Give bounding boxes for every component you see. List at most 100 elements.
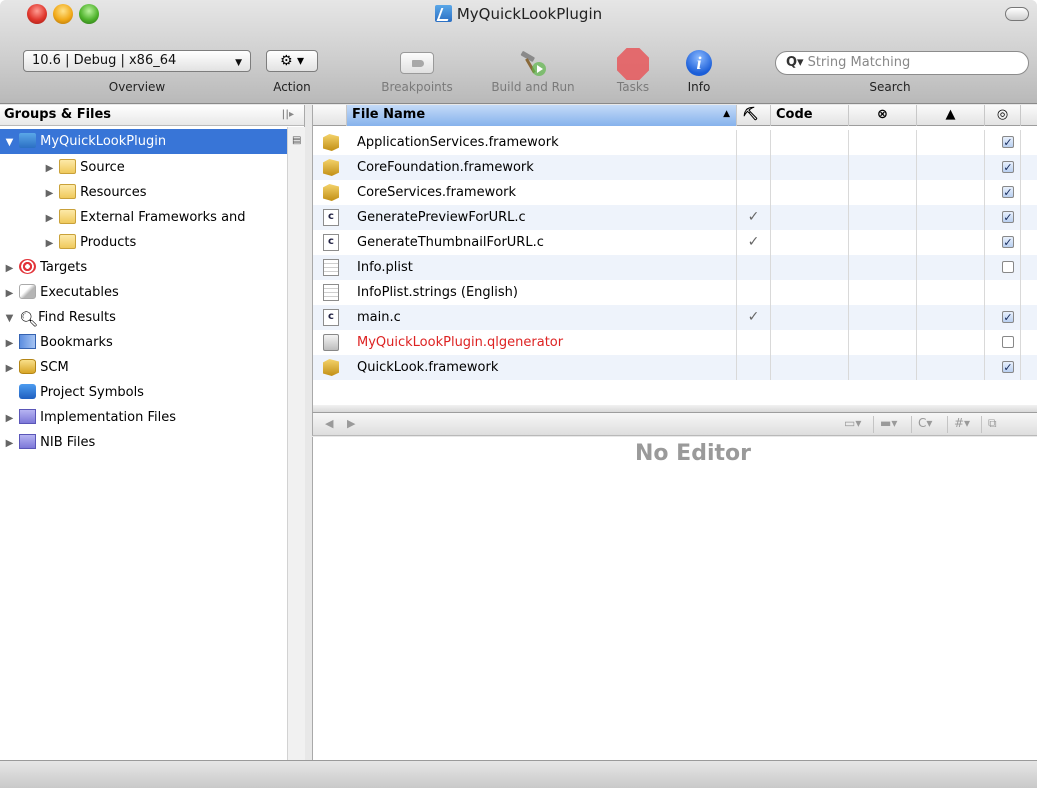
file-name: CoreServices.framework	[357, 185, 517, 200]
function-popup-icon[interactable]: ▬▾	[873, 416, 897, 433]
file-name: CoreFoundation.framework	[357, 160, 534, 175]
file-name-cell[interactable]: MyQuickLookPlugin.qlgenerator	[313, 330, 737, 355]
table-row[interactable]: ApplicationServices.framework ✓	[313, 130, 1037, 155]
file-name-cell[interactable]: c main.c	[313, 305, 737, 330]
disclosure-triangle-icon[interactable]: ▶	[4, 281, 15, 305]
overview-popup[interactable]: 10.6 | Debug | x86_64 ▼	[23, 50, 251, 72]
file-name-cell[interactable]: Info.plist	[313, 255, 737, 280]
forward-arrow-icon[interactable]: ▶	[347, 417, 355, 430]
file-name-cell[interactable]: ApplicationServices.framework	[313, 130, 737, 155]
sidebar-item-find-results[interactable]: ▼ 🔍︎Find Results	[0, 305, 287, 330]
target-membership-cell	[985, 330, 1021, 355]
sidebar-item-bookmarks[interactable]: ▶ Bookmarks	[0, 330, 287, 355]
errors-cell	[849, 305, 917, 330]
column-header-build[interactable]: ⛏	[737, 105, 771, 126]
overview-label: Overview	[108, 80, 166, 94]
target-checkbox[interactable]: ✓	[1002, 136, 1014, 148]
sidebar-item-project[interactable]: ▼ MyQuickLookPlugin	[0, 129, 287, 154]
split-handle-icon[interactable]: ||▸	[282, 109, 294, 120]
toolbar-toggle-button[interactable]	[1005, 7, 1029, 21]
disclosure-triangle-icon[interactable]: ▶	[4, 356, 15, 380]
sidebar-item-nib-files[interactable]: ▶ NIB Files	[0, 430, 287, 455]
table-row[interactable]: c GeneratePreviewForURL.c ✓ ✓	[313, 205, 1037, 230]
table-row[interactable]: MyQuickLookPlugin.qlgenerator	[313, 330, 1037, 355]
file-history-icon[interactable]: ▭▾	[838, 416, 861, 433]
target-checkbox[interactable]: ✓	[1002, 186, 1014, 198]
column-header-target[interactable]: ◎	[985, 105, 1021, 126]
table-row[interactable]: InfoPlist.strings (English)	[313, 280, 1037, 305]
split-editor-icon[interactable]: ⧉	[981, 416, 997, 433]
sidebar-item-project-symbols[interactable]: Project Symbols	[0, 380, 287, 405]
disclosure-triangle-icon[interactable]: ▶	[44, 156, 55, 180]
file-name-cell[interactable]: CoreFoundation.framework	[313, 155, 737, 180]
class-popup-icon[interactable]: C▾	[911, 416, 932, 433]
pane-splitter[interactable]	[312, 405, 1037, 412]
sidebar-item-products[interactable]: ▶ Products	[0, 230, 287, 255]
column-header-file-name[interactable]: File Name ▲	[347, 105, 737, 126]
file-name: GeneratePreviewForURL.c	[357, 210, 526, 225]
sidebar-item-label: Executables	[40, 285, 119, 300]
errors-cell	[849, 205, 917, 230]
target-checkbox[interactable]: ✓	[1002, 211, 1014, 223]
hammer-icon[interactable]	[518, 48, 548, 78]
disclosure-triangle-icon[interactable]: ▶	[4, 256, 15, 280]
code-size-cell	[771, 180, 849, 205]
sidebar-item-resources[interactable]: ▶ Resources	[0, 180, 287, 205]
target-checkbox[interactable]: ✓	[1002, 361, 1014, 373]
sidebar-item-external-frameworks[interactable]: ▶ External Frameworks and	[0, 205, 287, 230]
groups-and-files-sidebar: Groups & Files ||▸ ▼ MyQuickLookPlugin ▶…	[0, 105, 305, 760]
action-button[interactable]: ⚙ ▾	[266, 50, 318, 72]
breakpoints-button[interactable]	[400, 52, 434, 74]
target-membership-cell: ✓	[985, 230, 1021, 255]
disclosure-triangle-icon[interactable]: ▶	[4, 431, 15, 455]
no-editor-placeholder: No Editor	[635, 441, 751, 466]
folder-icon	[59, 234, 77, 249]
stop-icon[interactable]	[617, 48, 649, 80]
file-name-cell[interactable]: InfoPlist.strings (English)	[313, 280, 737, 305]
folder-icon	[59, 159, 77, 174]
disclosure-triangle-icon[interactable]: ▶	[44, 231, 55, 255]
file-name-cell[interactable]: QuickLook.framework	[313, 355, 737, 380]
sidebar-item-source[interactable]: ▶ Source	[0, 155, 287, 180]
disclosure-triangle-icon[interactable]: ▼	[4, 130, 15, 154]
search-field[interactable]: Q▾ String Matching	[775, 51, 1029, 75]
c-file-icon: c	[323, 209, 339, 226]
detail-view-icon[interactable]: ▤	[292, 135, 301, 146]
disclosure-triangle-icon[interactable]: ▶	[44, 206, 55, 230]
editor-pane[interactable]: No Editor	[312, 437, 1037, 760]
disclosure-triangle-icon[interactable]: ▶	[44, 181, 55, 205]
back-arrow-icon[interactable]: ◀	[325, 417, 333, 430]
errors-cell	[849, 155, 917, 180]
sidebar-item-scm[interactable]: ▶ SCM	[0, 355, 287, 380]
disclosure-triangle-icon[interactable]: ▶	[4, 406, 15, 430]
column-header-icon[interactable]	[313, 105, 347, 126]
include-popup-icon[interactable]: #▾	[947, 416, 970, 433]
sidebar-scrollbar[interactable]: ▤	[287, 127, 305, 760]
column-header-errors[interactable]: ⊗	[849, 105, 917, 126]
disclosure-triangle-icon[interactable]: ▼	[4, 306, 15, 330]
target-checkbox[interactable]	[1002, 261, 1014, 273]
table-row[interactable]: c main.c ✓ ✓	[313, 305, 1037, 330]
bookmark-icon	[19, 334, 37, 349]
table-row[interactable]: CoreFoundation.framework ✓	[313, 155, 1037, 180]
target-checkbox[interactable]: ✓	[1002, 236, 1014, 248]
file-name-cell[interactable]: c GenerateThumbnailForURL.c	[313, 230, 737, 255]
disclosure-triangle-icon[interactable]: ▶	[4, 331, 15, 355]
table-row[interactable]: CoreServices.framework ✓	[313, 180, 1037, 205]
target-membership-cell: ✓	[985, 205, 1021, 230]
sidebar-item-targets[interactable]: ▶ Targets	[0, 255, 287, 280]
target-checkbox[interactable]: ✓	[1002, 161, 1014, 173]
column-header-code[interactable]: Code	[771, 105, 849, 126]
sidebar-header[interactable]: Groups & Files ||▸	[0, 105, 304, 126]
info-icon[interactable]: i	[686, 50, 712, 76]
column-header-warnings[interactable]: ▲	[917, 105, 985, 126]
sidebar-item-executables[interactable]: ▶ Executables	[0, 280, 287, 305]
file-name-cell[interactable]: c GeneratePreviewForURL.c	[313, 205, 737, 230]
sidebar-item-implementation-files[interactable]: ▶ Implementation Files	[0, 405, 287, 430]
target-checkbox[interactable]: ✓	[1002, 311, 1014, 323]
table-row[interactable]: QuickLook.framework ✓	[313, 355, 1037, 380]
target-checkbox[interactable]	[1002, 336, 1014, 348]
table-row[interactable]: Info.plist	[313, 255, 1037, 280]
file-name-cell[interactable]: CoreServices.framework	[313, 180, 737, 205]
table-row[interactable]: c GenerateThumbnailForURL.c ✓ ✓	[313, 230, 1037, 255]
